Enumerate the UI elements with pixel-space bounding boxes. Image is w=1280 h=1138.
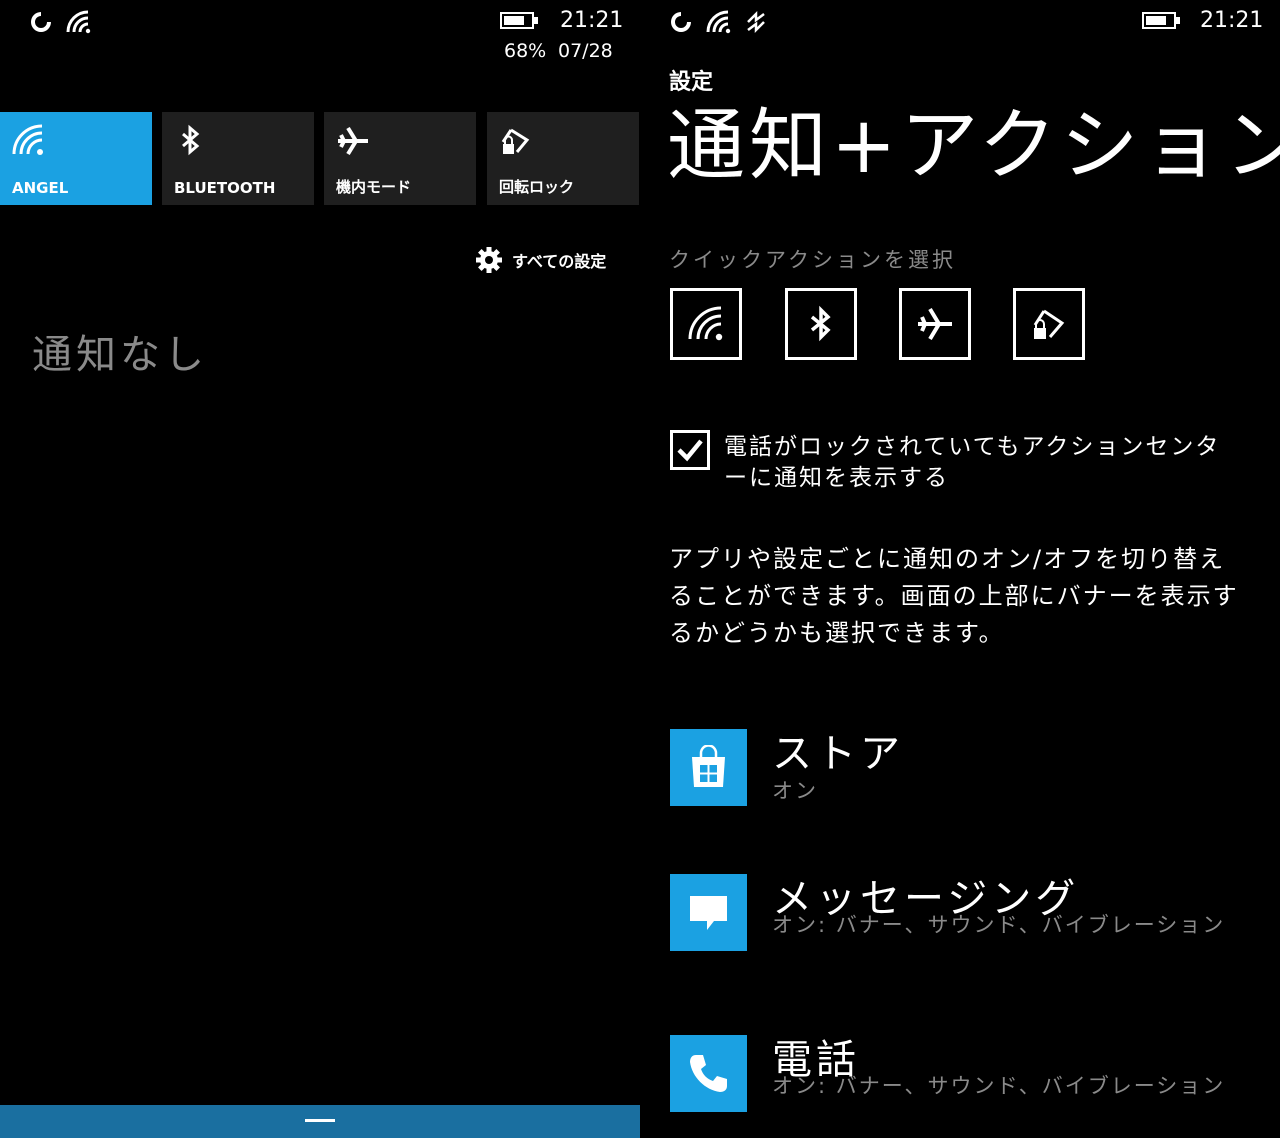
phone-tile xyxy=(670,1035,747,1112)
settings-description: アプリや設定ごとに通知のオン/オフを切り替えることができます。画面の上部にバナー… xyxy=(669,545,1239,647)
battery-percent: 68% xyxy=(504,40,547,62)
lock-notifications-option[interactable]: 電話がロックされていてもアクションセンターに通知を表示する xyxy=(670,430,1240,500)
wifi-status-icon xyxy=(66,10,91,34)
tile-label: ANGEL xyxy=(12,179,69,197)
status-time: 21:21 xyxy=(560,8,624,33)
app-item-phone[interactable]: 電話 オン: バナー、サウンド、バイブレーション xyxy=(670,1035,1260,1135)
rotation-lock-icon xyxy=(1033,309,1065,339)
nfc-icon xyxy=(31,12,51,32)
messaging-tile xyxy=(670,874,747,951)
tile-rotation-lock[interactable]: 回転ロック xyxy=(487,112,639,205)
gear-icon xyxy=(476,247,502,273)
rotation-lock-icon xyxy=(501,128,530,154)
airplane-icon xyxy=(918,307,952,341)
action-center-handle[interactable] xyxy=(0,1105,640,1138)
app-item-messaging[interactable]: メッセージング オン: バナー、サウンド、バイブレーション xyxy=(670,874,1260,974)
data-sync-icon xyxy=(747,10,765,34)
quick-action-slot-rotation-lock[interactable] xyxy=(1013,288,1085,360)
bluetooth-icon xyxy=(182,124,200,156)
tile-label: 回転ロック xyxy=(499,178,575,196)
tile-bluetooth[interactable]: BLUETOOTH xyxy=(162,112,314,205)
quick-actions-label: クイックアクションを選択 xyxy=(669,248,956,272)
notification-settings-pane: 21:21 設定 通知+アクション クイックアクションを選択 電話がロックされて… xyxy=(640,0,1280,1138)
airplane-icon xyxy=(338,126,368,156)
tile-wifi[interactable]: ANGEL xyxy=(0,112,152,205)
handle-grip xyxy=(305,1119,335,1122)
app-status: オン xyxy=(772,779,818,803)
all-settings-link[interactable]: すべての設定 xyxy=(476,246,616,274)
battery-icon xyxy=(1142,12,1182,31)
wifi-icon xyxy=(12,124,43,155)
nfc-icon xyxy=(671,12,691,32)
app-name: ストア xyxy=(772,731,904,777)
tile-label: BLUETOOTH xyxy=(174,179,276,197)
lock-notifications-label: 電話がロックされていてもアクションセンターに通知を表示する xyxy=(724,434,1221,491)
no-notifications-text: 通知なし xyxy=(32,332,208,378)
app-status: オン: バナー、サウンド、バイブレーション xyxy=(772,913,1226,937)
wifi-icon xyxy=(688,306,723,341)
lock-notifications-checkbox[interactable] xyxy=(670,430,710,470)
tile-label: 機内モード xyxy=(336,178,412,196)
app-item-store[interactable]: ストア オン xyxy=(670,729,1260,814)
checkmark-icon xyxy=(677,439,703,462)
all-settings-label: すべての設定 xyxy=(512,252,607,271)
messaging-icon xyxy=(690,896,727,930)
quick-action-slot-wifi[interactable] xyxy=(670,288,742,360)
bluetooth-icon xyxy=(810,305,831,342)
battery-icon xyxy=(500,12,540,31)
phone-icon xyxy=(690,1055,727,1092)
action-center-pane: 21:21 68% 07/28 ANGEL BLUETOOTH 機内モード 回転… xyxy=(0,0,640,1138)
tile-airplane-mode[interactable]: 機内モード xyxy=(324,112,476,205)
wifi-status-icon xyxy=(706,10,731,34)
app-status: オン: バナー、サウンド、バイブレーション xyxy=(772,1074,1226,1098)
status-time: 21:21 xyxy=(1200,8,1264,33)
quick-action-slot-airplane-mode[interactable] xyxy=(899,288,971,360)
store-icon xyxy=(692,745,725,787)
page-title: 通知+アクション xyxy=(667,101,1280,191)
status-date: 07/28 xyxy=(558,40,613,62)
store-tile xyxy=(670,729,747,806)
settings-label: 設定 xyxy=(669,70,714,95)
quick-action-slot-bluetooth[interactable] xyxy=(785,288,857,360)
